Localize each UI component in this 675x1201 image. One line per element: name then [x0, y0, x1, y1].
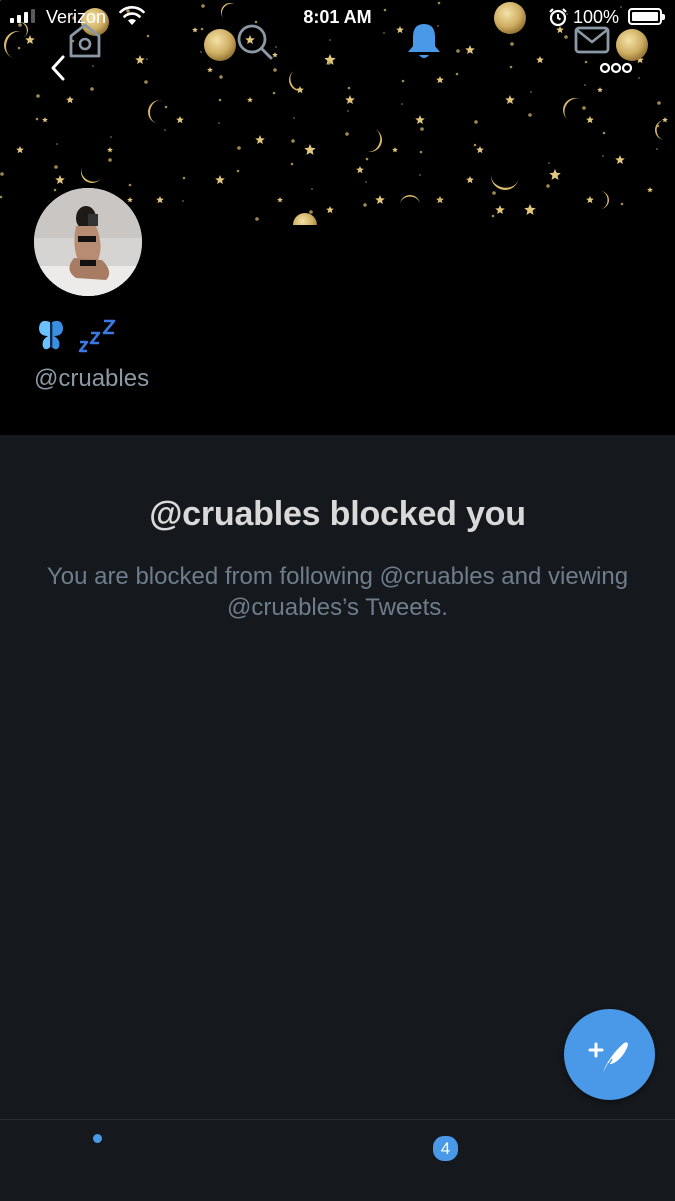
tab-home[interactable] — [65, 18, 105, 62]
tab-notifications[interactable] — [404, 18, 444, 62]
avatar[interactable] — [31, 185, 145, 299]
display-name — [36, 314, 126, 354]
mail-icon — [574, 26, 610, 54]
butterfly-icon — [39, 320, 63, 350]
bell-icon — [408, 24, 440, 58]
notifications-badge: 4 — [431, 1134, 460, 1163]
alarm-icon — [548, 7, 568, 32]
tab-search[interactable] — [234, 18, 274, 62]
battery-icon — [628, 8, 665, 25]
bottom-tab-bar — [0, 1119, 675, 1201]
home-icon — [69, 23, 101, 58]
zzz-icon — [78, 319, 116, 353]
avatar-photo — [34, 188, 142, 296]
blocked-title: @cruables blocked you — [149, 495, 526, 533]
blocked-description: You are blocked from following @cruables… — [46, 563, 629, 621]
home-unread-dot — [93, 1134, 102, 1143]
tab-messages[interactable] — [572, 18, 612, 62]
profile-handle: @cruables — [34, 365, 150, 392]
compose-tweet-button[interactable] — [564, 1009, 655, 1100]
search-icon — [237, 24, 273, 60]
compose-feather-icon — [588, 1042, 628, 1076]
